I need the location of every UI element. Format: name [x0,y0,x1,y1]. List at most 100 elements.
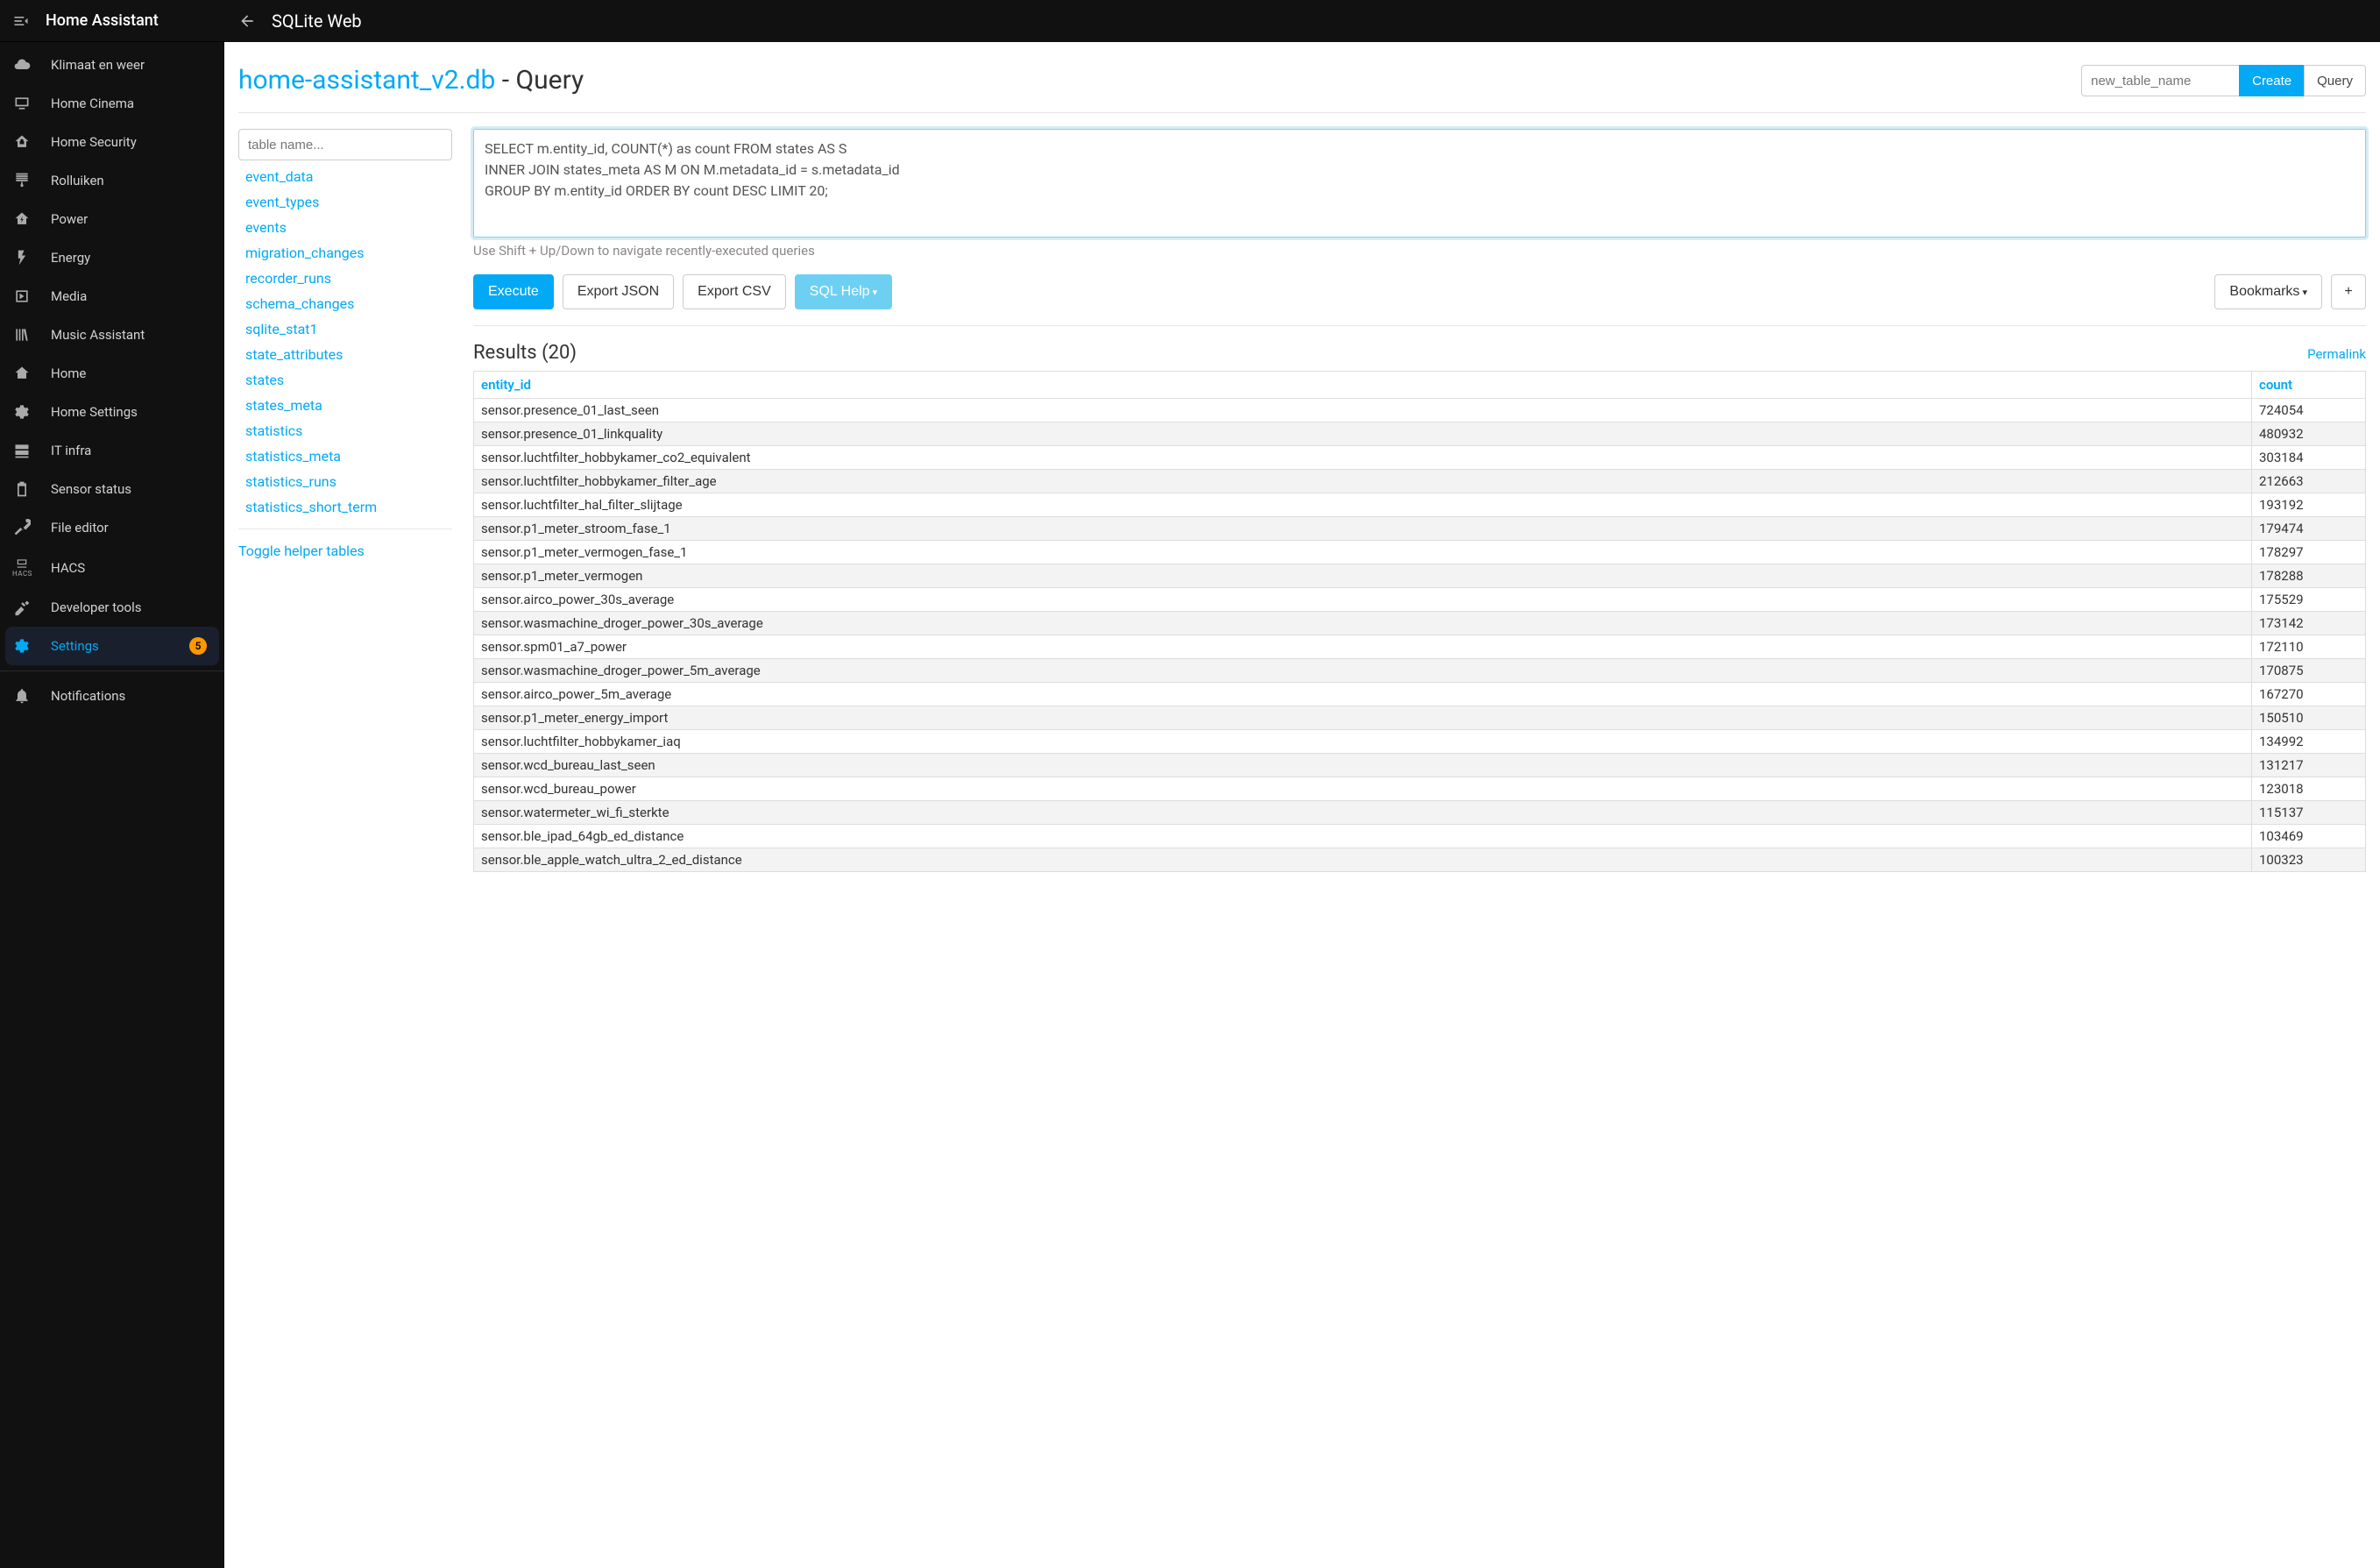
table-link-event_types[interactable]: event_types [238,189,452,215]
sidebar-item-file-editor[interactable]: File editor [0,508,224,547]
cell-entity-id: sensor.wasmachine_droger_power_30s_avera… [474,612,2252,635]
cell-entity-id: sensor.luchtfilter_hal_filter_slijtage [474,493,2252,517]
table-link-migration_changes[interactable]: migration_changes [238,240,452,266]
divider [238,112,2366,113]
sidebar-item-settings[interactable]: Settings 5 [5,627,219,665]
table-link-schema_changes[interactable]: schema_changes [238,291,452,316]
cog-icon [12,403,32,421]
cell-count: 724054 [2252,399,2366,422]
table-row: sensor.ble_ipad_64gb_ed_distance103469 [474,825,2366,848]
sidebar-item-home[interactable]: Home [0,354,224,393]
cell-count: 100323 [2252,848,2366,872]
sidebar-item-home-security[interactable]: Home Security [0,123,224,161]
bookmarks-button[interactable]: Bookmarks [2214,274,2322,309]
execute-button[interactable]: Execute [473,274,554,309]
cell-entity-id: sensor.luchtfilter_hobbykamer_iaq [474,730,2252,754]
cell-count: 480932 [2252,422,2366,446]
cell-entity-id: sensor.luchtfilter_hobbykamer_co2_equiva… [474,446,2252,470]
table-filter-input[interactable] [238,129,452,160]
sidebar-item-developer-tools[interactable]: Developer tools [0,588,224,627]
table-row: sensor.presence_01_last_seen724054 [474,399,2366,422]
sidebar-item-label: Home [51,365,86,381]
sidebar-item-music-assistant[interactable]: Music Assistant [0,316,224,354]
cell-entity-id: sensor.presence_01_last_seen [474,399,2252,422]
new-table-input[interactable] [2081,65,2239,96]
back-arrow-icon[interactable] [238,12,256,30]
cell-count: 178288 [2252,564,2366,588]
results-title: Results (20) [473,342,577,364]
sidebar-item-power[interactable]: Power [0,200,224,238]
table-list: event_dataevent_typeseventsmigration_cha… [238,129,452,872]
sidebar-item-media[interactable]: Media [0,277,224,316]
table-row: sensor.presence_01_linkquality480932 [474,422,2366,446]
column-header-entity_id[interactable]: entity_id [474,372,2252,399]
sidebar-item-label: Power [51,211,88,227]
table-row: sensor.wasmachine_droger_power_5m_averag… [474,659,2366,683]
table-link-sqlite_stat1[interactable]: sqlite_stat1 [238,316,452,342]
table-link-statistics_meta[interactable]: statistics_meta [238,443,452,469]
table-link-statistics_runs[interactable]: statistics_runs [238,469,452,494]
cloud-icon [12,56,32,74]
permalink-link[interactable]: Permalink [2307,346,2366,362]
library-icon [12,326,32,344]
sidebar-item-klimaat-en-weer[interactable]: Klimaat en weer [0,46,224,84]
table-link-events[interactable]: events [238,215,452,240]
sql-input[interactable] [474,130,2365,233]
sidebar-item-label: Klimaat en weer [51,57,145,73]
home-snow-icon [12,365,32,382]
sidebar-item-hacs[interactable]: HACS HACS [0,547,224,588]
home-lock-icon [12,133,32,151]
sidebar-item-home-cinema[interactable]: Home Cinema [0,84,224,123]
table-row: sensor.wasmachine_droger_power_30s_avera… [474,612,2366,635]
sidebar-item-label: Home Cinema [51,96,134,111]
app-title: Home Assistant [46,11,159,30]
badge: 5 [189,637,207,655]
table-links: event_dataevent_typeseventsmigration_cha… [238,164,452,520]
table-row: sensor.p1_meter_vermogen_fase_1178297 [474,541,2366,564]
table-row: sensor.airco_power_30s_average175529 [474,588,2366,612]
cell-count: 134992 [2252,730,2366,754]
table-link-states[interactable]: states [238,367,452,393]
cell-entity-id: sensor.spm01_a7_power [474,635,2252,659]
sidebar-item-energy[interactable]: Energy [0,238,224,277]
create-button[interactable]: Create [2239,65,2304,96]
sidebar-item-label: Notifications [51,688,125,704]
topbar: SQLite Web [224,0,2380,42]
sidebar-item-label: File editor [51,520,109,536]
sql-help-button[interactable]: SQL Help [795,274,892,309]
sidebar-item-home-settings[interactable]: Home Settings [0,393,224,431]
sidebar-item-it-infra[interactable]: IT infra [0,431,224,470]
db-name-link[interactable]: home-assistant_v2.db [238,65,495,96]
table-row: sensor.luchtfilter_hal_filter_slijtage19… [474,493,2366,517]
table-link-state_attributes[interactable]: state_attributes [238,342,452,367]
cell-entity-id: sensor.ble_apple_watch_ultra_2_ed_distan… [474,848,2252,872]
sidebar-item-notifications[interactable]: Notifications [0,677,224,715]
cell-entity-id: sensor.wcd_bureau_power [474,777,2252,801]
table-link-states_meta[interactable]: states_meta [238,393,452,418]
table-link-statistics[interactable]: statistics [238,418,452,443]
bell-icon [12,687,32,705]
export-csv-button[interactable]: Export CSV [683,274,786,309]
sidebar: Home Assistant Klimaat en weer Home Cine… [0,0,224,1568]
table-row: sensor.ble_apple_watch_ultra_2_ed_distan… [474,848,2366,872]
sidebar-item-sensor-status[interactable]: Sensor status [0,470,224,508]
query-button[interactable]: Query [2304,65,2366,96]
table-link-recorder_runs[interactable]: recorder_runs [238,266,452,291]
toggle-helper-tables-link[interactable]: Toggle helper tables [238,538,452,564]
cell-entity-id: sensor.p1_meter_vermogen_fase_1 [474,541,2252,564]
sidebar-item-rolluiken[interactable]: Rolluiken [0,161,224,200]
menu-collapse-icon[interactable] [12,12,30,30]
cell-count: 193192 [2252,493,2366,517]
main: SQLite Web home-assistant_v2.db - Query … [224,0,2380,1568]
export-json-button[interactable]: Export JSON [563,274,674,309]
table-link-event_data[interactable]: event_data [238,164,452,189]
sidebar-item-label: Home Settings [51,404,138,420]
table-link-statistics_short_term[interactable]: statistics_short_term [238,494,452,520]
cell-count: 212663 [2252,470,2366,493]
cell-count: 172110 [2252,635,2366,659]
table-row: sensor.luchtfilter_hobbykamer_co2_equiva… [474,446,2366,470]
column-header-count[interactable]: count [2252,372,2366,399]
cell-count: 179474 [2252,517,2366,541]
content: home-assistant_v2.db - Query Create Quer… [224,42,2380,1568]
add-bookmark-button[interactable]: + [2331,274,2366,309]
